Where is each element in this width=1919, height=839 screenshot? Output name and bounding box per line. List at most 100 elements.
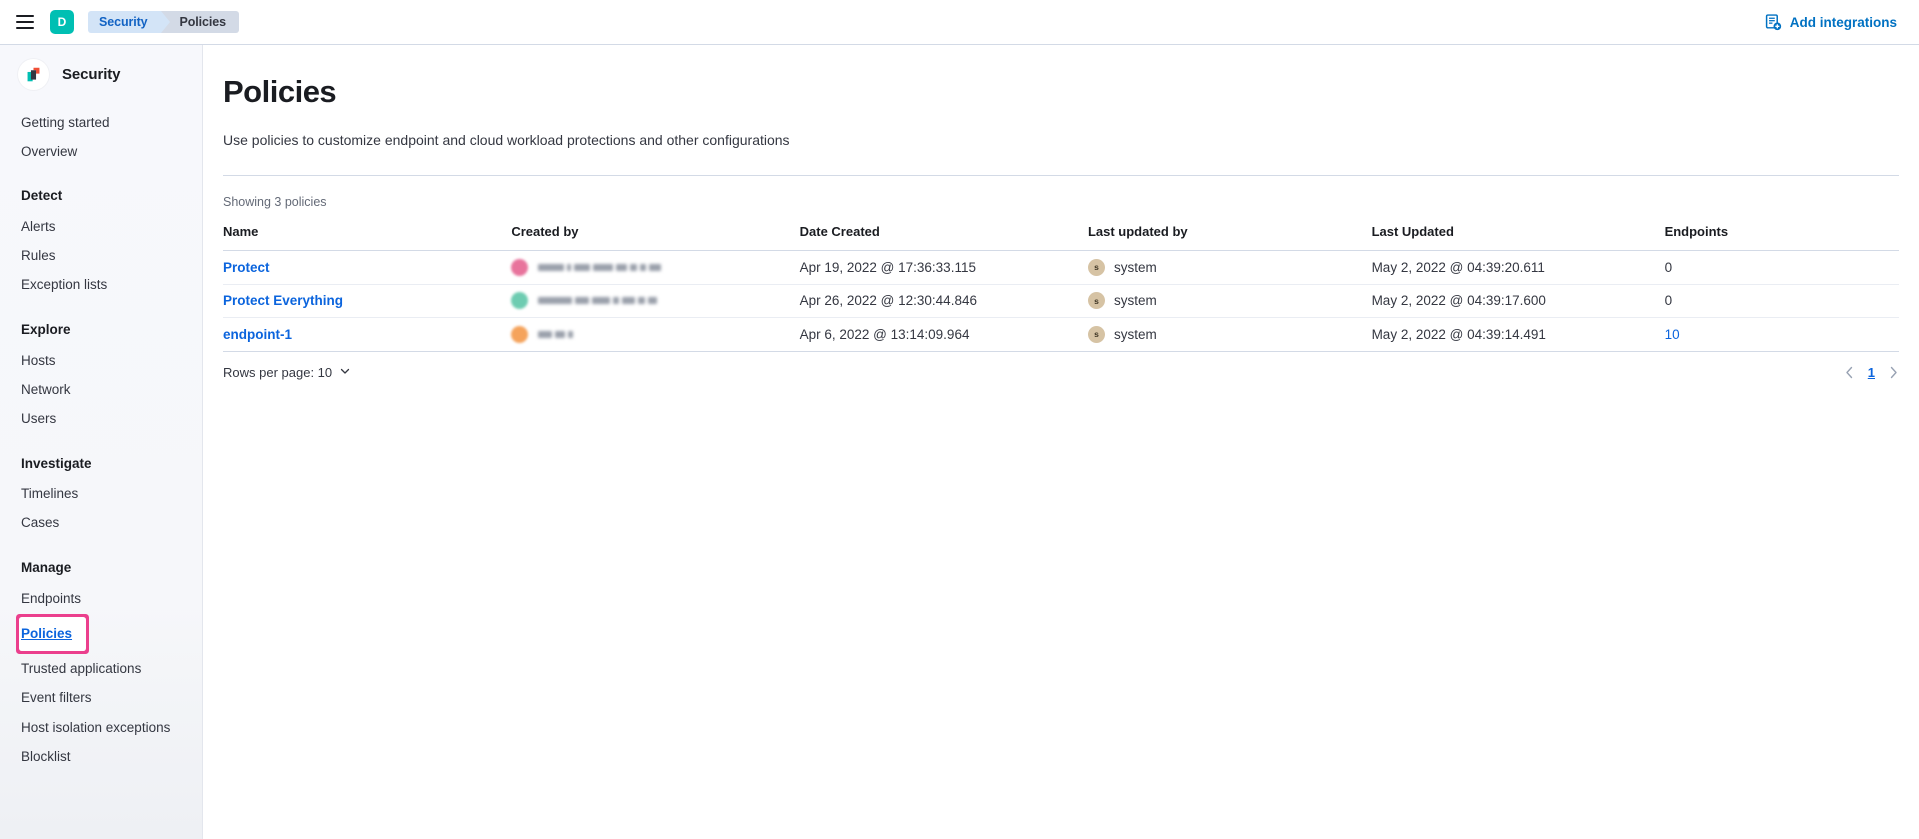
- sidebar-item-blocklist[interactable]: Blocklist: [0, 742, 202, 771]
- chevron-right-icon[interactable]: [1888, 366, 1899, 379]
- chevron-left-icon[interactable]: [1844, 366, 1855, 379]
- avatar: [511, 292, 528, 309]
- last-updated-by-name: system: [1114, 293, 1157, 308]
- cell-endpoints: 0: [1665, 284, 1899, 318]
- policies-table: Name Created by Date Created Last update…: [223, 224, 1899, 352]
- space-avatar[interactable]: D: [50, 10, 74, 34]
- chevron-down-icon: [339, 365, 351, 380]
- updater: s system: [1088, 292, 1372, 309]
- sidebar-app-title: Security: [62, 66, 120, 83]
- avatar: s: [1088, 326, 1105, 343]
- sidebar-nav: Getting started Overview Detect Alerts R…: [0, 90, 202, 772]
- cell-name: endpoint-1: [223, 318, 511, 352]
- table-row: endpoint-1 Apr 6, 2022 @ 13:14:09.964 s …: [223, 318, 1899, 352]
- table-footer: Rows per page: 10 1: [223, 365, 1899, 380]
- policy-name-link[interactable]: Protect: [223, 260, 270, 275]
- cell-last-updated: May 2, 2022 @ 04:39:20.611: [1372, 251, 1665, 285]
- column-header-created-by[interactable]: Created by: [511, 224, 799, 251]
- sidebar-item-getting-started[interactable]: Getting started: [0, 108, 202, 137]
- cell-last-updated: May 2, 2022 @ 04:39:17.600: [1372, 284, 1665, 318]
- sidebar-item-timelines[interactable]: Timelines: [0, 480, 202, 509]
- rows-per-page-label: Rows per page: 10: [223, 365, 332, 380]
- hamburger-bar: [16, 15, 34, 17]
- rows-per-page-select[interactable]: Rows per page: 10: [223, 365, 351, 380]
- table-row: Protect Apr 19, 2022 @ 17:36:33.115 s sy…: [223, 251, 1899, 285]
- sidebar-item-host-isolation-exceptions[interactable]: Host isolation exceptions: [0, 713, 202, 742]
- pagination-page-1[interactable]: 1: [1868, 365, 1875, 380]
- page-description: Use policies to customize endpoint and c…: [223, 132, 1919, 148]
- integrations-add-icon: [1765, 14, 1782, 31]
- elastic-security-logo-icon: [18, 59, 49, 90]
- pagination: 1: [1844, 365, 1899, 380]
- sidebar-item-alerts[interactable]: Alerts: [0, 212, 202, 241]
- sidebar-item-exception-lists[interactable]: Exception lists: [0, 271, 202, 300]
- cell-last-updated-by: s system: [1088, 284, 1372, 318]
- hamburger-bar: [16, 21, 34, 23]
- endpoints-count-link[interactable]: 10: [1665, 327, 1680, 342]
- divider: [223, 175, 1899, 176]
- creator: [511, 292, 799, 309]
- sidebar-item-endpoints[interactable]: Endpoints: [0, 584, 202, 613]
- table-row: Protect Everything Apr 26, 2022 @ 12:30:…: [223, 284, 1899, 318]
- breadcrumb: Security Policies: [88, 11, 239, 33]
- breadcrumb-item-security[interactable]: Security: [88, 11, 162, 33]
- cell-name: Protect: [223, 251, 511, 285]
- sidebar-item-network[interactable]: Network: [0, 375, 202, 404]
- hamburger-bar: [16, 27, 34, 29]
- sidebar-group-investigate: Investigate: [0, 456, 202, 471]
- avatar: s: [1088, 292, 1105, 309]
- redacted-username: [538, 264, 661, 271]
- column-header-last-updated[interactable]: Last Updated: [1372, 224, 1665, 251]
- cell-name: Protect Everything: [223, 284, 511, 318]
- last-updated-by-name: system: [1114, 260, 1157, 275]
- column-header-name[interactable]: Name: [223, 224, 511, 251]
- cell-date-created: Apr 6, 2022 @ 13:14:09.964: [800, 318, 1088, 352]
- top-chrome-bar: D Security Policies Add integrations: [0, 0, 1919, 45]
- policy-name-link[interactable]: Protect Everything: [223, 293, 343, 308]
- redacted-username: [538, 297, 657, 304]
- column-header-endpoints[interactable]: Endpoints: [1665, 224, 1899, 251]
- sidebar-item-users[interactable]: Users: [0, 405, 202, 434]
- table-header-row: Name Created by Date Created Last update…: [223, 224, 1899, 251]
- cell-created-by: [511, 251, 799, 285]
- cell-endpoints: 10: [1665, 318, 1899, 352]
- table-body: Protect Apr 19, 2022 @ 17:36:33.115 s sy…: [223, 251, 1899, 352]
- sidebar-group-explore: Explore: [0, 322, 202, 337]
- hamburger-menu-icon[interactable]: [12, 9, 38, 35]
- breadcrumb-item-policies[interactable]: Policies: [161, 11, 239, 33]
- cell-last-updated-by: s system: [1088, 318, 1372, 352]
- cell-date-created: Apr 26, 2022 @ 12:30:44.846: [800, 284, 1088, 318]
- results-count: Showing 3 policies: [223, 195, 1919, 209]
- sidebar-group-manage: Manage: [0, 560, 202, 575]
- sidebar-header: Security: [0, 45, 202, 90]
- page-title: Policies: [223, 74, 1919, 110]
- cell-created-by: [511, 284, 799, 318]
- sidebar-item-rules[interactable]: Rules: [0, 242, 202, 271]
- updater: s system: [1088, 326, 1372, 343]
- policy-name-link[interactable]: endpoint-1: [223, 327, 292, 342]
- column-header-last-updated-by[interactable]: Last updated by: [1088, 224, 1372, 251]
- redacted-username: [538, 331, 573, 338]
- column-header-date-created[interactable]: Date Created: [800, 224, 1088, 251]
- sidebar-item-overview[interactable]: Overview: [0, 137, 202, 166]
- updater: s system: [1088, 259, 1372, 276]
- sidebar-item-hosts[interactable]: Hosts: [0, 346, 202, 375]
- sidebar-item-event-filters[interactable]: Event filters: [0, 684, 202, 713]
- sidebar-item-policies[interactable]: Policies: [21, 619, 84, 648]
- add-integrations-button[interactable]: Add integrations: [1765, 14, 1897, 31]
- creator: [511, 326, 799, 343]
- sidebar: Security Getting started Overview Detect…: [0, 45, 203, 839]
- sidebar-group-detect: Detect: [0, 188, 202, 203]
- creator: [511, 259, 799, 276]
- sidebar-item-cases[interactable]: Cases: [0, 509, 202, 538]
- last-updated-by-name: system: [1114, 327, 1157, 342]
- cell-date-created: Apr 19, 2022 @ 17:36:33.115: [800, 251, 1088, 285]
- sidebar-item-trusted-applications[interactable]: Trusted applications: [0, 655, 202, 684]
- main-content: Policies Use policies to customize endpo…: [203, 45, 1919, 839]
- cell-last-updated-by: s system: [1088, 251, 1372, 285]
- table-header: Name Created by Date Created Last update…: [223, 224, 1899, 251]
- avatar: [511, 259, 528, 276]
- cell-created-by: [511, 318, 799, 352]
- avatar: s: [1088, 259, 1105, 276]
- add-integrations-label: Add integrations: [1790, 15, 1897, 30]
